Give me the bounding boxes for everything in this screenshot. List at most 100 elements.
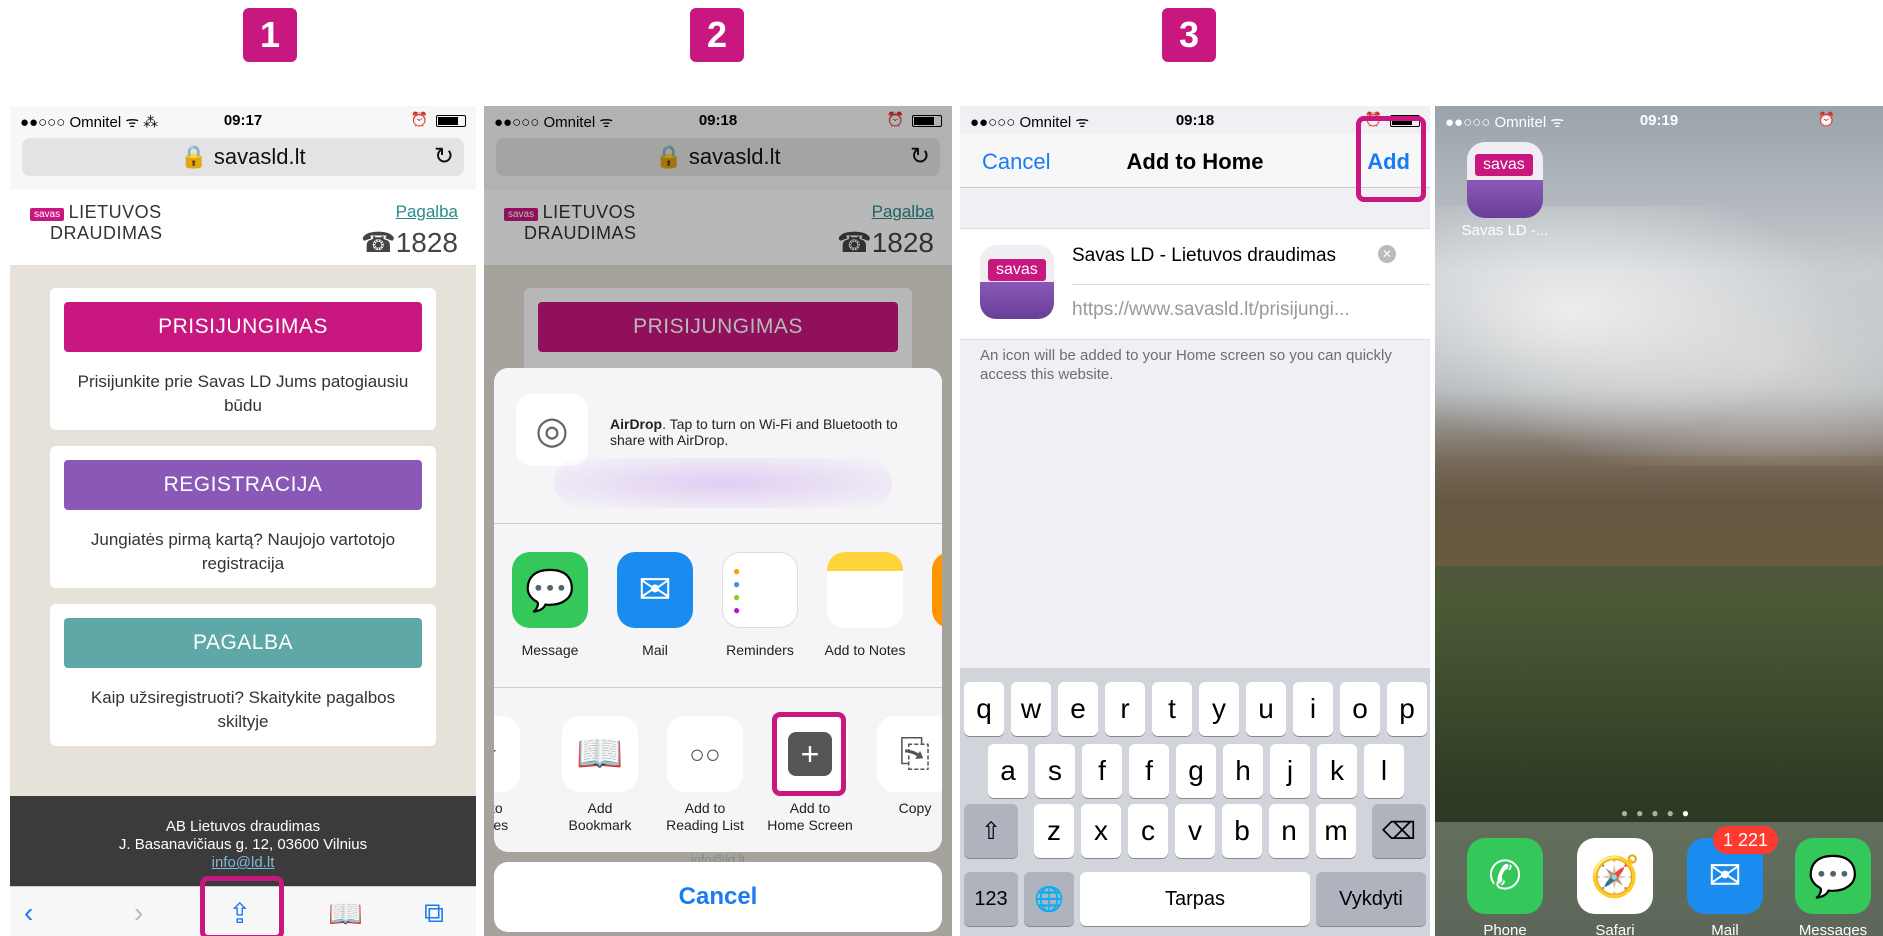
savas-app-icon[interactable]: savas [1467, 142, 1543, 218]
favorites-icon[interactable]: ★ [494, 716, 520, 792]
share-highlight [200, 876, 284, 936]
add-reading-list-label: Add to Reading List [666, 800, 744, 833]
phone-1-safari: ●●○○○ Omnitel ᯤ ⁂ 09:17 ⏰ 🔒 savasld.lt ↻… [10, 106, 476, 936]
shift-key[interactable]: ⇧ [964, 804, 1018, 858]
phone-number[interactable]: ☎1828 [361, 226, 458, 259]
key-u[interactable]: u [1246, 682, 1286, 736]
key-c[interactable]: c [1128, 804, 1168, 858]
reading-list-icon[interactable]: ○○ [667, 716, 743, 792]
phone-4-home-screen: ●●○○○ Omnitel ᯤ 09:19 ⏰ savas Savas LD -… [1435, 106, 1883, 936]
key-i[interactable]: i [1293, 682, 1333, 736]
reminders-app-icon[interactable]: ● ● ● ● [722, 552, 798, 628]
key-f[interactable]: f [1082, 744, 1122, 798]
backspace-key[interactable]: ⌫ [1372, 804, 1426, 858]
step-badge-1: 1 [243, 8, 297, 62]
key-o[interactable]: o [1340, 682, 1380, 736]
tabs-icon[interactable]: ⧉ [424, 897, 444, 930]
name-field[interactable]: Savas LD - Lietuvos draudimas ✕ [1072, 229, 1430, 285]
login-description: Prisijunkite prie Savas LD Jums patogiau… [77, 372, 409, 415]
key-f[interactable]: f [1129, 744, 1169, 798]
city-skyline [1435, 456, 1883, 566]
key-l[interactable]: l [1364, 744, 1404, 798]
key-q[interactable]: q [964, 682, 1004, 736]
footer-address: J. Basanavičiaus g. 12, 03600 Vilnius [118, 836, 368, 853]
alarm-icon: ⏰ [410, 111, 428, 127]
keyboard: qwertyuiop asffghjkl zxcvbnm ⇧ ⌫ 123 🌐 T… [960, 668, 1430, 936]
key-m[interactable]: m [1316, 804, 1356, 858]
footer-email[interactable]: info@ld.lt [10, 854, 476, 872]
airdrop-title: AirDrop [610, 416, 663, 432]
site-logo[interactable]: savas LIETUVOS DRAUDIMAS [30, 202, 163, 244]
message-app-icon[interactable]: 💬 [512, 552, 588, 628]
clear-icon[interactable]: ✕ [1378, 245, 1396, 263]
notes-app-icon[interactable] [827, 552, 903, 628]
other-app-icon[interactable] [932, 552, 942, 628]
share-sheet: ◎ AirDrop. Tap to turn on Wi-Fi and Blue… [494, 368, 942, 852]
reminders-label: Reminders [726, 642, 794, 658]
key-p[interactable]: p [1387, 682, 1427, 736]
forward-icon[interactable]: › [134, 897, 143, 929]
status-bar: ●●○○○ Omnitel ᯤ ⁂ 09:17 ⏰ [10, 106, 476, 134]
help-description: Kaip užsiregistruoti? Skaitykite pagalbo… [90, 688, 396, 731]
airdrop-icon: ◎ [516, 394, 588, 466]
key-n[interactable]: n [1269, 804, 1309, 858]
battery-icon [436, 115, 466, 127]
key-j[interactable]: j [1270, 744, 1310, 798]
bookmark-form: savas Savas LD - Lietuvos draudimas ✕ ht… [960, 228, 1430, 340]
help-link[interactable]: Pagalba [396, 202, 458, 222]
mail-app-label: Mail [1711, 922, 1739, 936]
key-v[interactable]: v [1175, 804, 1215, 858]
space-key[interactable]: Tarpas [1080, 872, 1310, 926]
share-cancel-button[interactable]: Cancel [494, 862, 942, 932]
go-key[interactable]: Vykdyti [1316, 872, 1426, 926]
phone-app-label: Phone [1483, 922, 1527, 936]
key-z[interactable]: z [1034, 804, 1074, 858]
phone-app-icon[interactable]: ✆ [1467, 838, 1543, 914]
address-bar[interactable]: 🔒 savasld.lt ↻ [22, 138, 464, 176]
message-label: Message [521, 642, 579, 658]
copy-icon[interactable]: ⎘ [877, 716, 942, 792]
numbers-key[interactable]: 123 [964, 872, 1018, 926]
bookmarks-icon[interactable]: 📖 [328, 897, 363, 930]
site-icon-tag: savas [988, 259, 1046, 281]
mail-badge: 1 221 [1713, 826, 1779, 854]
login-button[interactable]: PRISIJUNGIMAS [64, 302, 422, 352]
alarm-icon: ⏰ [1817, 111, 1835, 127]
name-value: Savas LD - Lietuvos draudimas [1072, 245, 1337, 266]
key-b[interactable]: b [1222, 804, 1262, 858]
mail-app-icon[interactable]: ✉ [617, 552, 693, 628]
clock: 09:17 [223, 112, 263, 129]
globe-key[interactable]: 🌐 [1024, 872, 1074, 926]
step-badge-2: 2 [690, 8, 744, 62]
back-icon[interactable]: ‹ [24, 897, 33, 929]
key-y[interactable]: y [1199, 682, 1239, 736]
reload-icon[interactable]: ↻ [434, 142, 454, 171]
hint-text: An icon will be added to your Home scree… [980, 347, 1392, 383]
mail-label: Mail [642, 642, 668, 658]
other-app-label: Sa [915, 642, 942, 658]
register-button[interactable]: REGISTRACIJA [64, 460, 422, 510]
bookmark-icon[interactable]: 📖 [562, 716, 638, 792]
help-button[interactable]: PAGALBA [64, 618, 422, 668]
safari-app-icon[interactable]: 🧭 [1577, 838, 1653, 914]
logo-tag: savas [30, 208, 65, 221]
favorites-label: d to urites [494, 800, 509, 833]
key-w[interactable]: w [1011, 682, 1051, 736]
clock: 09:19 [1639, 112, 1679, 129]
savas-app-icon-tag: savas [1475, 154, 1533, 176]
key-t[interactable]: t [1152, 682, 1192, 736]
key-x[interactable]: x [1081, 804, 1121, 858]
key-a[interactable]: a [988, 744, 1028, 798]
key-k[interactable]: k [1317, 744, 1357, 798]
airdrop-section[interactable]: ◎ AirDrop. Tap to turn on Wi-Fi and Blue… [494, 368, 942, 524]
logo-line1: LIETUVOS [68, 202, 162, 222]
add-home-screen-highlight [772, 712, 846, 796]
key-r[interactable]: r [1105, 682, 1145, 736]
key-s[interactable]: s [1035, 744, 1075, 798]
key-g[interactable]: g [1176, 744, 1216, 798]
key-h[interactable]: h [1223, 744, 1263, 798]
share-actions-row: ★ d to urites 📖 Add Bookmark ○○ Add to R… [494, 688, 942, 852]
copy-label: Copy [898, 800, 932, 816]
messages-app-icon[interactable]: 💬 [1795, 838, 1871, 914]
key-e[interactable]: e [1058, 682, 1098, 736]
